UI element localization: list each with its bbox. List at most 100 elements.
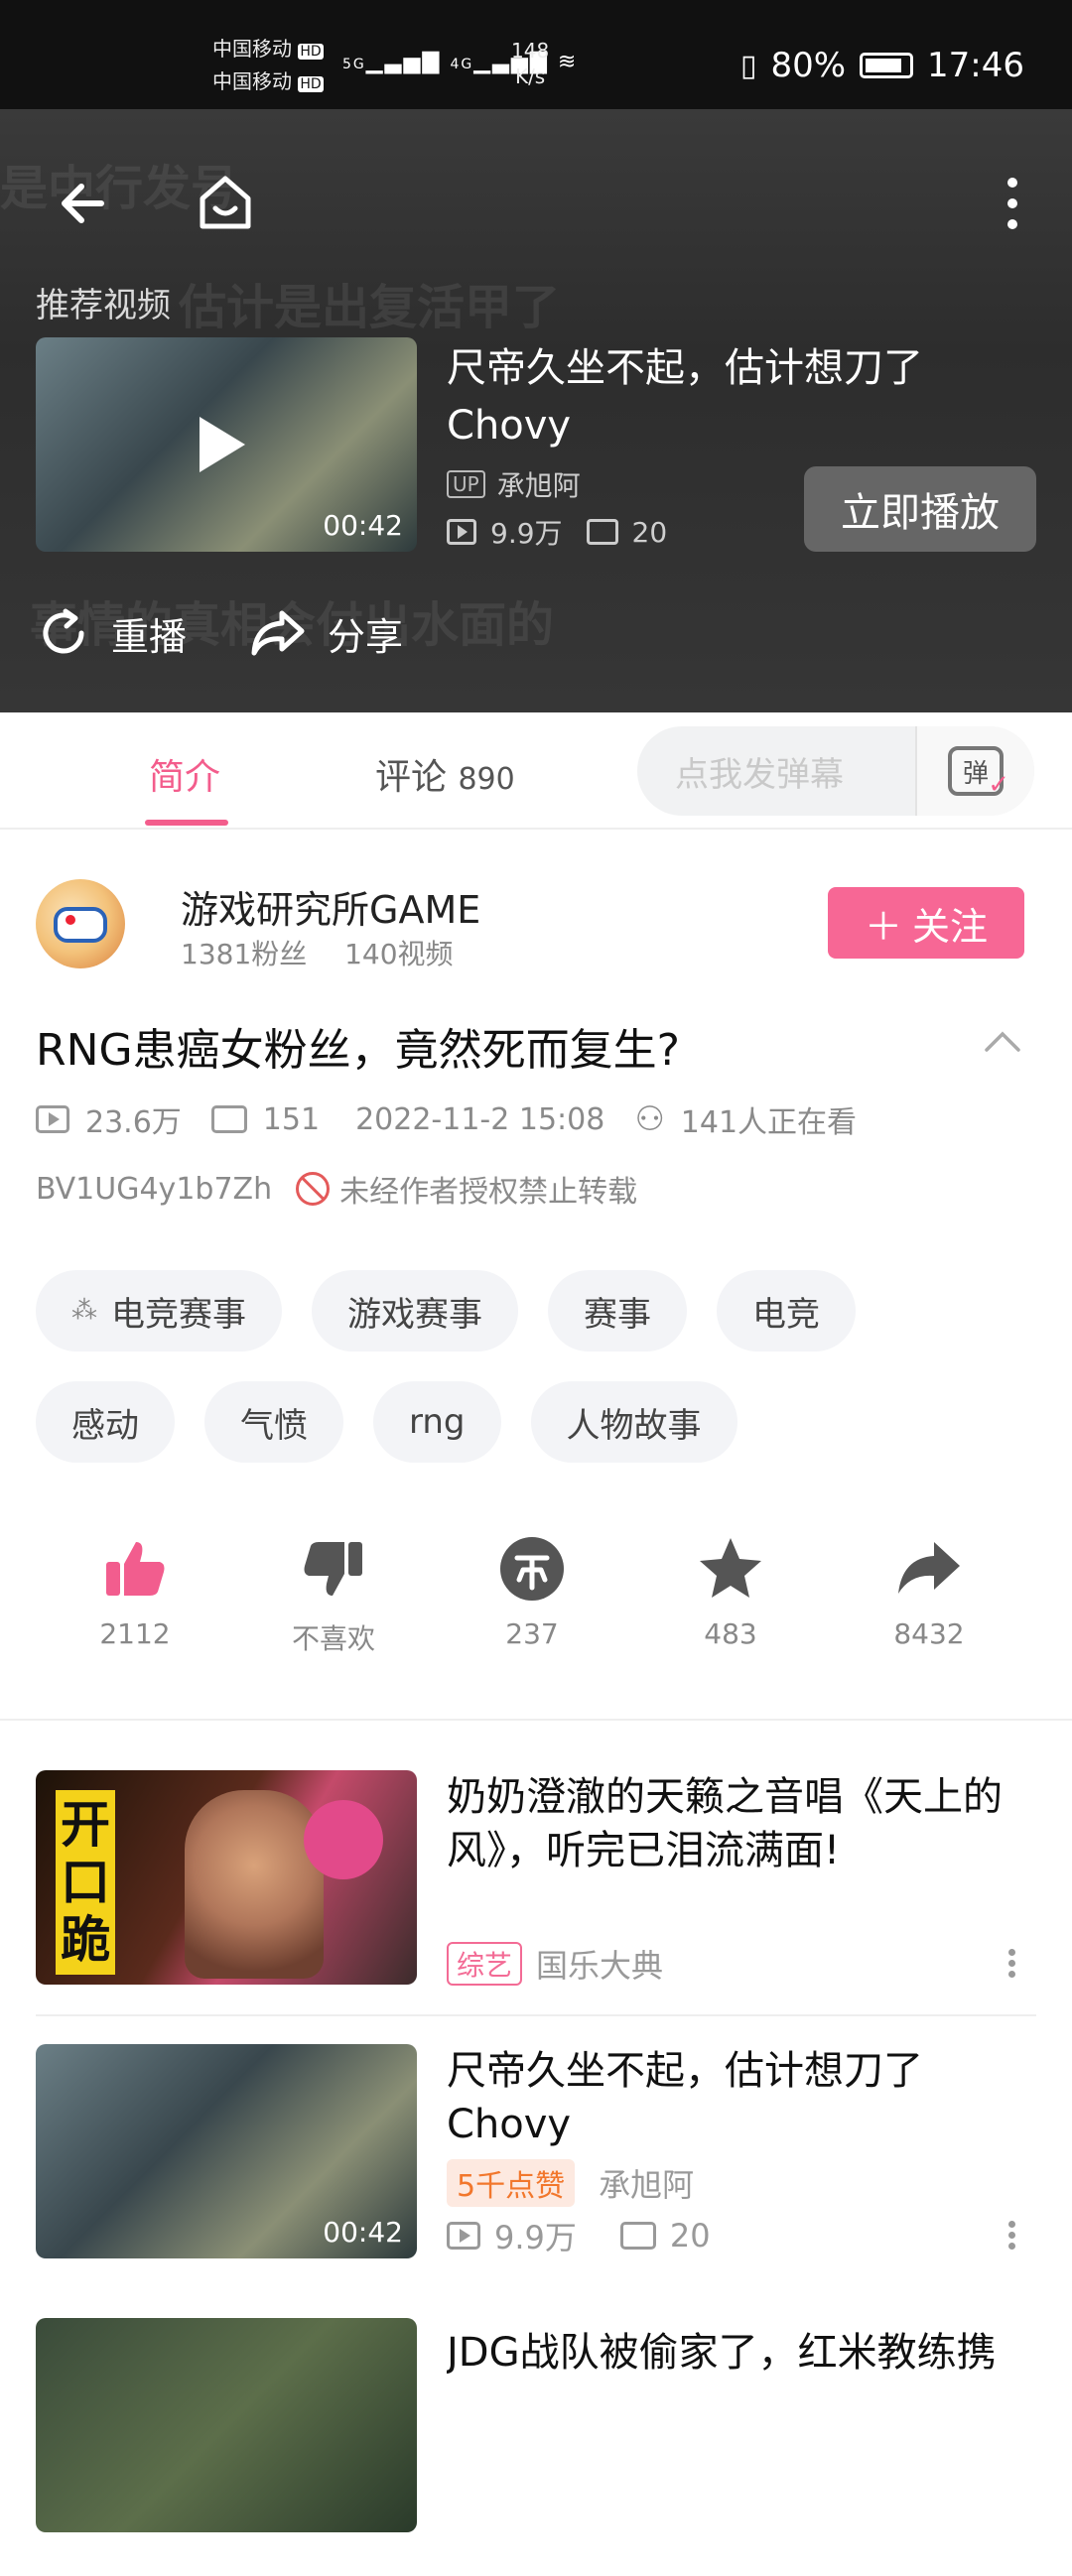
play-now-button[interactable]: 立即播放 <box>804 466 1036 552</box>
tag-label: rng <box>409 1402 466 1442</box>
favorite-button[interactable]: 483 <box>651 1534 810 1650</box>
danmaku-icon-char: 弹 <box>962 758 989 789</box>
danmaku-icon <box>586 519 618 545</box>
tag-label: 感动 <box>71 1405 139 1446</box>
duration: 00:42 <box>323 509 403 542</box>
watching-count: 141人正在看 <box>680 1105 858 1140</box>
related-title[interactable]: JDG战队被偷家了，红米教练携 <box>447 2326 1042 2380</box>
danmaku-count: 151 <box>262 1101 321 1137</box>
play-icon <box>200 417 245 472</box>
uploader-meta: 1381粉丝 140视频 <box>181 933 454 972</box>
related-title[interactable]: 尺帝久坐不起，估计想刀了Chovy <box>447 2044 1042 2151</box>
chevron-up-icon[interactable] <box>983 1026 1022 1056</box>
related-thumbnail[interactable] <box>36 2318 417 2532</box>
tag-label: 电竞 <box>752 1294 820 1335</box>
tab-comments-count: 890 <box>458 762 515 797</box>
related-title[interactable]: 奶奶澄澈的天籁之音唱《天上的风》，听完已泪流满面! <box>447 1770 1042 1877</box>
video-player[interactable]: 是中行发号 估计是出复活甲了 事情的真相会付出水面的 推荐视频 00:42 尺帝… <box>0 109 1072 712</box>
views-icon <box>36 1105 69 1133</box>
network-type-1: 5G <box>342 57 366 72</box>
battery-icon <box>860 53 914 78</box>
tag-item[interactable]: 感动 <box>36 1381 175 1463</box>
related-meta: 5千点赞 承旭阿 <box>447 2159 694 2207</box>
coin-count: 237 <box>505 1617 559 1650</box>
tag-item[interactable]: 气愤 <box>204 1381 343 1463</box>
status-bar: 中国移动 HD 中国移动 HD 5G▁▃▅▇ 4G▁▃▅▇ ≋ 148 K/s … <box>0 0 1072 109</box>
follow-button[interactable]: ＋ 关注 <box>828 887 1024 959</box>
replay-icon <box>43 608 84 654</box>
uploader-videos: 140视频 <box>344 938 454 970</box>
related-source: 国乐大典 <box>536 1947 664 1985</box>
clock: 17:46 <box>927 46 1024 85</box>
related-thumbnail[interactable]: 00:42 <box>36 2044 417 2258</box>
related-uploader: 承旭阿 <box>599 2166 695 2204</box>
danmaku-count: 20 <box>631 515 668 549</box>
share-count: 8432 <box>893 1617 965 1650</box>
tag-item[interactable]: rng <box>373 1381 501 1463</box>
tag-item[interactable]: 游戏赛事 <box>312 1270 518 1352</box>
share-action-button[interactable]: 8432 <box>850 1534 1008 1650</box>
danmaku-tv-icon: 弹 ✓ <box>948 746 1009 800</box>
plus-icon: ＋ <box>864 904 902 949</box>
coin-icon <box>500 1537 564 1601</box>
related-video-item[interactable]: JDG战队被偷家了，红米教练携 <box>0 2318 1072 2576</box>
coin-button[interactable]: 237 <box>453 1534 611 1650</box>
uploader-name[interactable]: 游戏研究所GAME <box>181 879 480 934</box>
category-badge: 综艺 <box>447 1942 523 1986</box>
carrier-info: 中国移动 HD 中国移动 HD <box>212 34 324 99</box>
tag-label: 赛事 <box>584 1294 651 1335</box>
danmaku-icon <box>619 2222 656 2250</box>
danmaku-input[interactable]: 点我发弹幕 弹 ✓ <box>637 726 1034 816</box>
bvid[interactable]: BV1UG4y1b7Zh <box>36 1172 272 1207</box>
recommended-thumbnail[interactable]: 00:42 <box>36 337 417 552</box>
hd-badge: HD <box>298 76 324 92</box>
tab-comments[interactable]: 评论 890 <box>375 748 515 800</box>
share-button[interactable]: 分享 <box>248 605 403 661</box>
thumbnail-caption: 开口跪 <box>56 1790 115 1975</box>
more-vertical-icon[interactable] <box>1008 1945 1016 1982</box>
danmaku-placeholder: 点我发弹幕 <box>675 754 844 795</box>
related-video-item[interactable]: 开口跪 奶奶澄澈的天籁之音唱《天上的风》，听完已泪流满面! 综艺 国乐大典 <box>0 1770 1072 2028</box>
video-stats: 23.6万 151 2022-11-2 15:08 ⚇ 141人正在看 <box>36 1097 857 1141</box>
tag-item[interactable]: 人物故事 <box>530 1381 737 1463</box>
related-thumbnail[interactable]: 开口跪 <box>36 1770 417 1985</box>
more-vertical-icon[interactable] <box>1008 2217 1016 2254</box>
back-arrow-icon[interactable] <box>52 169 121 238</box>
tab-intro[interactable]: 简介 <box>149 748 220 800</box>
tag-item[interactable]: 赛事 <box>548 1270 687 1352</box>
tag-item[interactable]: 电竞 <box>717 1270 856 1352</box>
views-count: 23.6万 <box>85 1105 182 1140</box>
tag-label: 人物故事 <box>566 1405 702 1446</box>
duration: 00:42 <box>323 2216 403 2249</box>
tag-item[interactable]: ⁂ 电竞赛事 <box>36 1270 282 1352</box>
like-button[interactable]: 2112 <box>56 1534 214 1650</box>
status-right: ▯ 80% 17:46 <box>740 46 1024 85</box>
danmaku-toggle-button[interactable]: 弹 ✓ <box>915 726 1034 816</box>
network-type-2: 4G <box>450 57 474 72</box>
more-vertical-icon[interactable] <box>983 169 1052 238</box>
replay-button[interactable]: 重播 <box>36 605 187 661</box>
vibrate-icon: ▯ <box>739 48 757 83</box>
hd-badge: HD <box>298 44 324 60</box>
tag-label: 游戏赛事 <box>347 1294 482 1335</box>
share-icon <box>251 610 305 656</box>
dislike-button[interactable]: 不喜欢 <box>254 1534 413 1657</box>
recommend-label: 推荐视频 <box>36 286 171 325</box>
tag-label: 气愤 <box>240 1405 308 1446</box>
tab-indicator <box>145 820 228 826</box>
home-icon[interactable] <box>191 169 260 238</box>
avatar[interactable] <box>36 879 125 968</box>
tag-label: 电竞赛事 <box>111 1294 246 1335</box>
views-icon <box>447 2222 480 2250</box>
net-speed-value: 148 <box>511 39 550 63</box>
no-repost-icon <box>296 1172 331 1206</box>
copyright-notice: 未经作者授权禁止转载 <box>296 1167 637 1211</box>
action-bar: 2112 不喜欢 237 483 8432 <box>0 1534 1072 1683</box>
dislike-label: 不喜欢 <box>291 1622 375 1655</box>
related-video-item[interactable]: 00:42 尺帝久坐不起，估计想刀了Chovy 5千点赞 承旭阿 9.9万 20 <box>0 2044 1072 2302</box>
net-speed-unit: K/s <box>514 64 546 88</box>
recommended-title[interactable]: 尺帝久坐不起，估计想刀了Chovy <box>447 339 1003 454</box>
share-arrow-icon <box>898 1542 960 1594</box>
views-count: 9.9万 <box>490 517 563 550</box>
recommended-uploader: UP 承旭阿 <box>447 464 581 504</box>
